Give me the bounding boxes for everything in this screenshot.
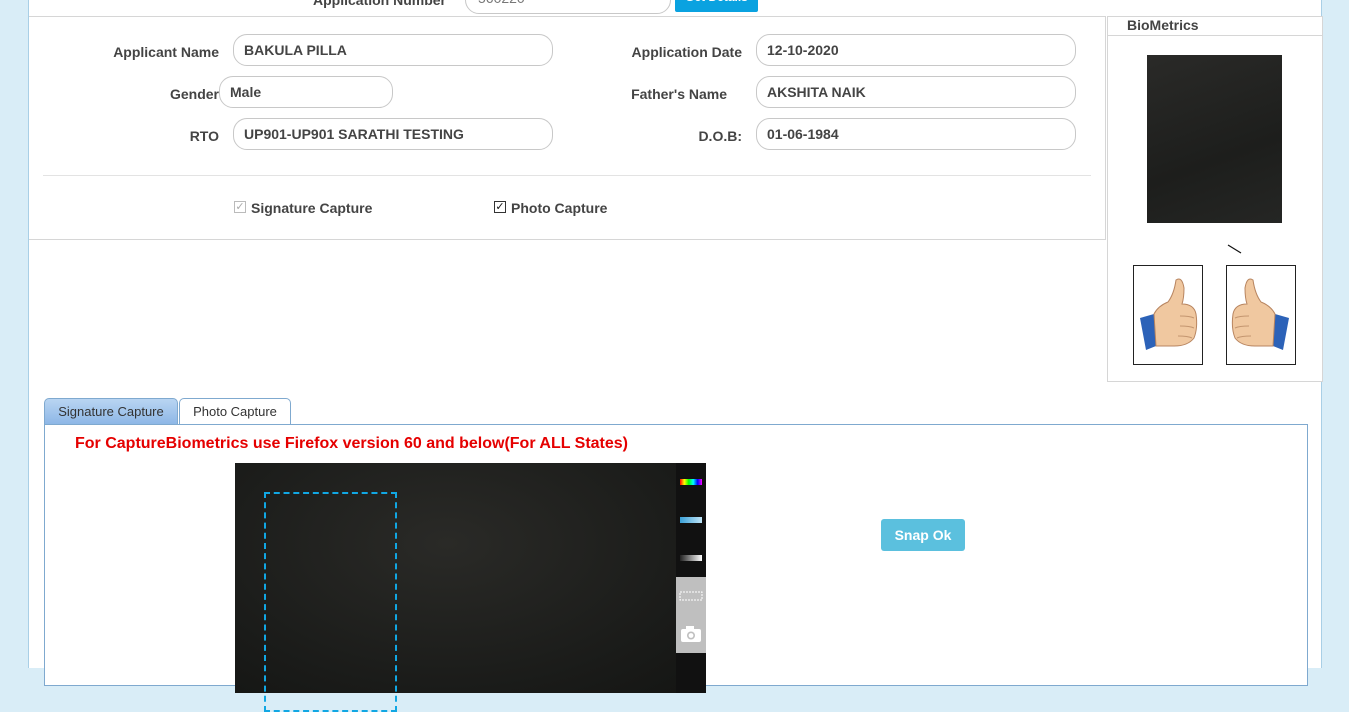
photo-capture-tab-panel: For CaptureBiometrics use Firefox versio…: [44, 424, 1308, 712]
fathers-name-field[interactable]: AKSHITA NAIK: [756, 76, 1076, 108]
application-number-label: Application Number: [313, 0, 447, 8]
tab-signature-capture[interactable]: Signature Capture: [44, 398, 178, 425]
rto-field[interactable]: UP901-UP901 SARATHI TESTING: [233, 118, 553, 150]
application-date-field[interactable]: 12-10-2020: [756, 34, 1076, 66]
photo-capture-label: Photo Capture: [511, 200, 608, 216]
right-thumb-box: [1226, 265, 1296, 365]
color-gradient-icon[interactable]: [676, 463, 706, 501]
blue-gradient-icon[interactable]: [676, 501, 706, 539]
firefox-warning: For CaptureBiometrics use Firefox versio…: [75, 435, 629, 452]
right-thumb-icon: [1231, 278, 1289, 350]
biometrics-title: BioMetrics: [1127, 17, 1199, 33]
applicant-info-panel: Applicant Name BAKULA PILLA Application …: [29, 16, 1106, 240]
biometrics-divider: [1108, 35, 1322, 36]
gray-gradient-icon[interactable]: [676, 539, 706, 577]
photo-capture-checkbox[interactable]: ✓: [494, 201, 506, 213]
left-thumb-box: [1133, 265, 1203, 365]
page-container: Application Number 560220 Get Details Ap…: [28, 0, 1323, 712]
captured-signature: [1227, 244, 1242, 254]
snap-ok-button[interactable]: Snap Ok: [881, 519, 965, 551]
applicant-name-field[interactable]: BAKULA PILLA: [233, 34, 553, 66]
signature-capture-checkbox[interactable]: ✓: [234, 201, 246, 213]
applicant-name-label: Applicant Name: [113, 44, 219, 60]
dob-field[interactable]: 01-06-1984: [756, 118, 1076, 150]
application-date-label: Application Date: [631, 44, 742, 60]
application-number-input[interactable]: 560220: [465, 0, 671, 14]
form-divider: [43, 175, 1091, 176]
gender-field[interactable]: Male: [219, 76, 393, 108]
camera-toolbar: [676, 463, 706, 693]
signature-capture-label: Signature Capture: [251, 200, 373, 216]
crop-selection-box[interactable]: [264, 492, 397, 712]
fathers-name-label: Father's Name: [631, 86, 727, 102]
dob-label: D.O.B:: [698, 128, 742, 144]
rto-label: RTO: [189, 128, 219, 144]
camera-icon[interactable]: [676, 615, 706, 653]
camera-preview[interactable]: [235, 463, 706, 712]
crop-icon[interactable]: [676, 577, 706, 615]
left-thumb-icon: [1140, 278, 1198, 350]
biometrics-panel: BioMetrics: [1107, 16, 1323, 382]
gender-label: Gender: [169, 86, 219, 102]
captured-photo: [1147, 55, 1282, 223]
get-details-button[interactable]: Get Details: [675, 0, 758, 12]
tab-photo-capture[interactable]: Photo Capture: [179, 398, 291, 426]
